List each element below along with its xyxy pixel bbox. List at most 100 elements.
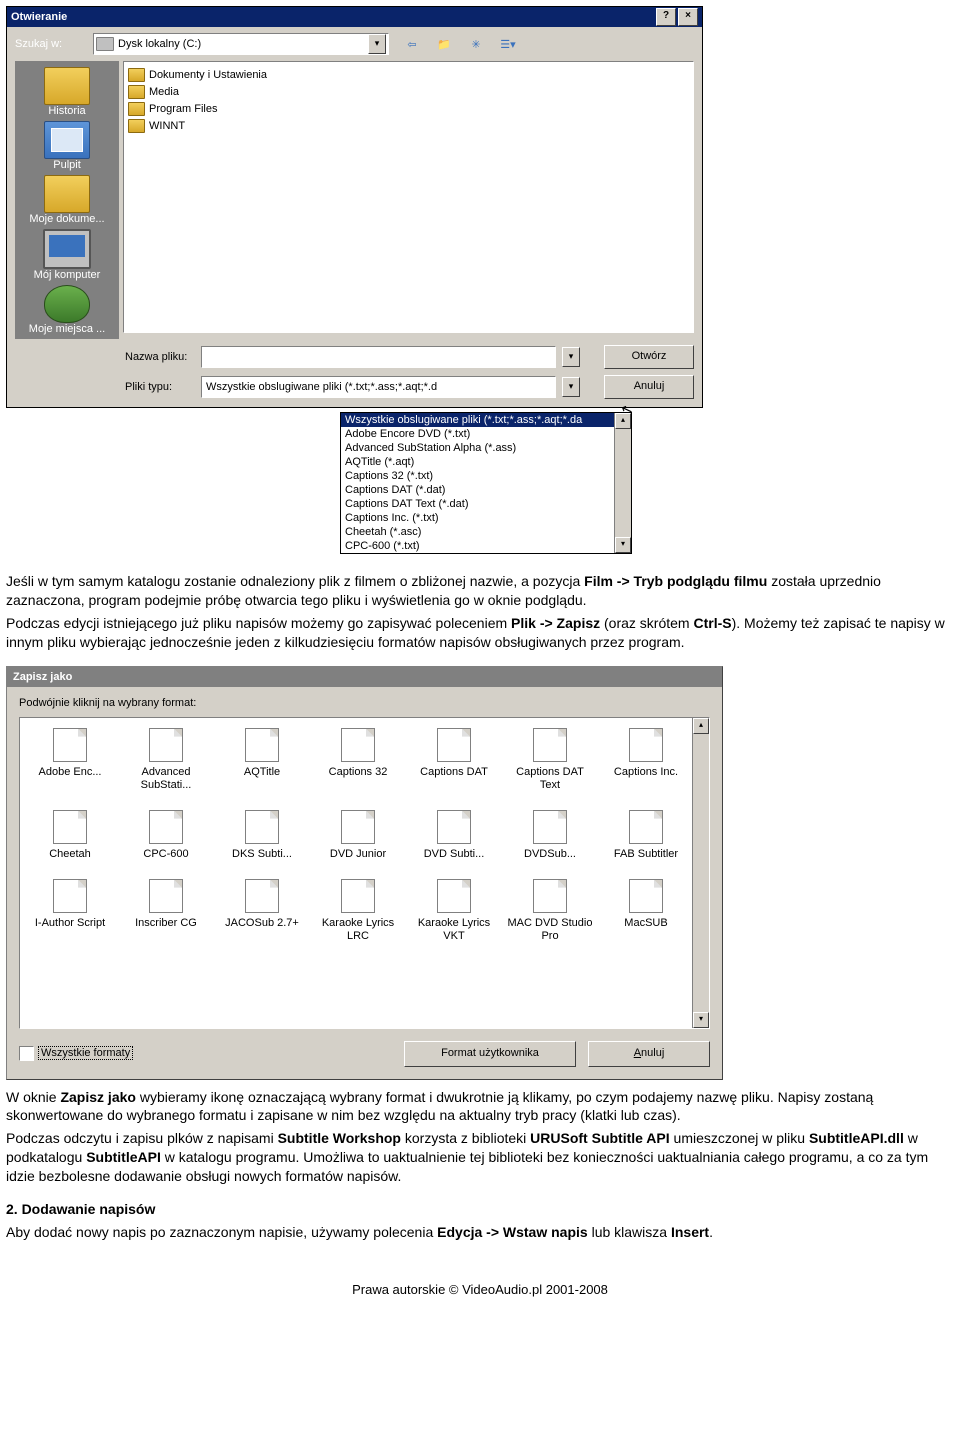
folder-item[interactable]: WINNT (128, 117, 689, 134)
save-as-dialog: Zapisz jako Podwójnie kliknij na wybrany… (6, 666, 723, 1080)
document-icon (533, 810, 567, 844)
lookin-combo[interactable]: Dysk lokalny (C:) ▾ (93, 33, 389, 55)
document-icon (533, 728, 567, 762)
cancel-button[interactable]: Anuluj (588, 1041, 710, 1067)
save-as-prompt: Podwójnie kliknij na wybrany format: (19, 697, 710, 709)
dropdown-item[interactable]: Wszystkie obslugiwane pliki (*.txt;*.ass… (341, 413, 631, 427)
body-text: Jeśli w tym samym katalogu zostanie odna… (0, 568, 960, 660)
document-icon (437, 810, 471, 844)
format-item[interactable]: I-Author Script (26, 879, 114, 943)
open-button[interactable]: Otwórz (604, 345, 694, 369)
format-item[interactable]: DVDSub... (506, 810, 594, 861)
dropdown-item[interactable]: Captions Inc. (*.txt) (341, 511, 631, 525)
document-icon (341, 879, 375, 913)
place-history[interactable]: Historia (44, 65, 90, 117)
folder-item[interactable]: Media (128, 83, 689, 100)
open-dialog-titlebar: Otwieranie ? × (7, 7, 702, 27)
filetype-combo[interactable]: Wszystkie obslugiwane pliki (*.txt;*.ass… (201, 376, 556, 398)
document-icon (437, 728, 471, 762)
filename-input[interactable] (201, 346, 556, 368)
format-label: MacSUB (602, 917, 690, 930)
document-icon (629, 728, 663, 762)
filename-label: Nazwa pliku: (125, 351, 195, 363)
dropdown-item[interactable]: Advanced SubStation Alpha (*.ass) (341, 441, 631, 455)
back-icon[interactable]: ⇦ (401, 34, 423, 54)
document-icon (149, 810, 183, 844)
folder-icon (128, 85, 145, 99)
place-desktop[interactable]: Pulpit (44, 119, 90, 171)
place-network[interactable]: Moje miejsca ... (29, 283, 105, 335)
lookin-value: Dysk lokalny (C:) (118, 38, 368, 50)
format-item[interactable]: MacSUB (602, 879, 690, 943)
close-button[interactable]: × (678, 8, 698, 26)
help-button[interactable]: ? (656, 8, 676, 26)
new-folder-icon[interactable]: ✳ (465, 34, 487, 54)
filetype-dropdown[interactable]: ↖ Wszystkie obslugiwane pliki (*.txt;*.a… (340, 412, 632, 554)
filetype-label: Pliki typu: (125, 381, 195, 393)
document-icon (629, 810, 663, 844)
format-item[interactable]: Inscriber CG (122, 879, 210, 943)
section-heading: 2. Dodawanie napisów (6, 1201, 155, 1217)
document-icon (533, 879, 567, 913)
format-label: DKS Subti... (218, 848, 306, 861)
file-list[interactable]: Dokumenty i Ustawienia Media Program Fil… (123, 61, 694, 333)
document-icon (341, 810, 375, 844)
all-formats-checkbox[interactable]: Wszystkie formaty (19, 1046, 133, 1061)
format-item[interactable]: FAB Subtitler (602, 810, 690, 861)
formats-panel: Adobe Enc...Advanced SubStati... AQTitle C… (19, 717, 710, 1029)
format-item[interactable]: MAC DVD Studio Pro (506, 879, 594, 943)
up-folder-icon[interactable]: 📁 (433, 34, 455, 54)
dropdown-item[interactable]: Captions DAT (*.dat) (341, 483, 631, 497)
format-item[interactable]: Captions DAT (410, 728, 498, 792)
chevron-down-icon[interactable]: ▾ (562, 347, 580, 367)
format-item[interactable]: Captions DAT Text (506, 728, 594, 792)
scroll-down-icon[interactable]: ▾ (615, 537, 631, 553)
format-item[interactable]: DVD Junior (314, 810, 402, 861)
dropdown-item[interactable]: CPC-600 (*.txt) (341, 539, 631, 553)
format-label: MAC DVD Studio Pro (506, 917, 594, 943)
format-item[interactable]: DKS Subti... (218, 810, 306, 861)
format-label: DVD Junior (314, 848, 402, 861)
chevron-down-icon[interactable]: ▾ (562, 377, 580, 397)
document-icon (437, 879, 471, 913)
document-icon (245, 879, 279, 913)
format-item[interactable]: CPC-600 (122, 810, 210, 861)
save-as-title: Zapisz jako (7, 667, 722, 687)
views-icon[interactable]: ☰▾ (497, 34, 519, 54)
cancel-button[interactable]: Anuluj (604, 375, 694, 399)
format-label: CPC-600 (122, 848, 210, 861)
folder-icon (128, 102, 145, 116)
user-format-button[interactable]: Format użytkownika (404, 1041, 576, 1067)
format-label: JACOSub 2.7+ (218, 917, 306, 930)
folder-item[interactable]: Program Files (128, 100, 689, 117)
document-icon (53, 810, 87, 844)
document-icon (149, 728, 183, 762)
format-item[interactable]: Captions 32 (314, 728, 402, 792)
scroll-up-icon[interactable]: ▴ (693, 718, 709, 734)
document-icon (149, 879, 183, 913)
scroll-up-icon[interactable]: ▴ (615, 413, 631, 429)
place-mydocs[interactable]: Moje dokume... (29, 173, 104, 225)
format-item[interactable]: Adobe Enc... (26, 728, 114, 792)
drive-icon (96, 37, 114, 51)
dropdown-item[interactable]: Cheetah (*.asc) (341, 525, 631, 539)
dropdown-item[interactable]: Adobe Encore DVD (*.txt) (341, 427, 631, 441)
format-label: I-Author Script (26, 917, 114, 930)
format-item[interactable]: Karaoke Lyrics VKT (410, 879, 498, 943)
format-item[interactable]: Karaoke Lyrics LRC (314, 879, 402, 943)
format-label: AQTitle (218, 766, 306, 779)
dropdown-item[interactable]: AQTitle (*.aqt) (341, 455, 631, 469)
format-item[interactable]: JACOSub 2.7+ (218, 879, 306, 943)
document-icon (245, 728, 279, 762)
format-item[interactable]: DVD Subti... (410, 810, 498, 861)
dropdown-item[interactable]: Captions 32 (*.txt) (341, 469, 631, 483)
folder-item[interactable]: Dokumenty i Ustawienia (128, 66, 689, 83)
chevron-down-icon[interactable]: ▾ (368, 34, 386, 54)
format-item[interactable]: Captions Inc. (602, 728, 690, 792)
format-item[interactable]: Advanced SubStati... (122, 728, 210, 792)
place-mycomputer[interactable]: Mój komputer (34, 227, 101, 281)
dropdown-item[interactable]: Captions DAT Text (*.dat) (341, 497, 631, 511)
format-item[interactable]: AQTitle (218, 728, 306, 792)
scroll-down-icon[interactable]: ▾ (693, 1012, 709, 1028)
format-item[interactable]: Cheetah (26, 810, 114, 861)
